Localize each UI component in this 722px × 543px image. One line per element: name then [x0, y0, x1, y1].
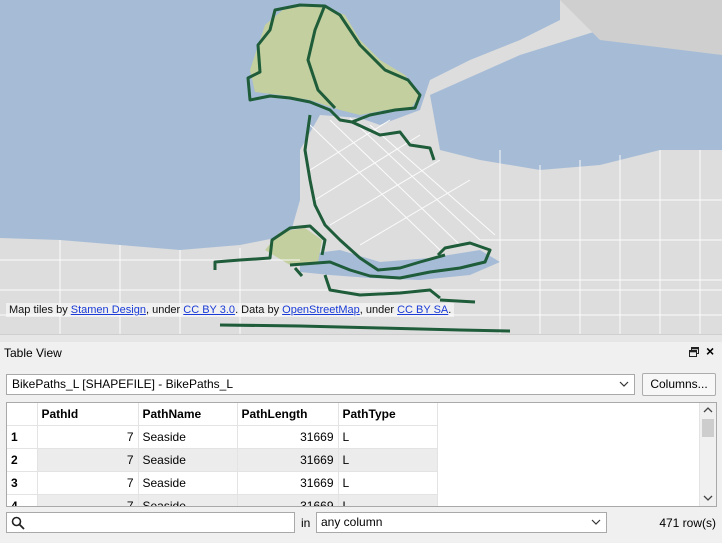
- table-view-panel: Table View × BikePaths_L [SHAPEFILE] - B…: [0, 342, 722, 543]
- cell-pathtype[interactable]: L: [338, 471, 438, 495]
- cell-pathid[interactable]: 7: [37, 448, 139, 472]
- column-header-pathlength[interactable]: PathLength: [237, 403, 339, 426]
- layer-select[interactable]: BikePaths_L [SHAPEFILE] - BikePaths_L: [6, 374, 635, 395]
- close-icon[interactable]: ×: [706, 343, 714, 359]
- attribute-table[interactable]: PathId PathName PathLength PathType 1 7 …: [6, 402, 717, 507]
- column-header-pathid[interactable]: PathId: [37, 403, 139, 426]
- row-number[interactable]: 3: [7, 471, 38, 495]
- restore-window-icon[interactable]: [688, 346, 700, 358]
- panel-splitter[interactable]: [0, 334, 722, 342]
- cc-by-sa-link[interactable]: CC BY SA: [397, 304, 448, 316]
- search-icon: [11, 516, 25, 530]
- attribution-text: .: [448, 304, 452, 316]
- row-number[interactable]: 4: [7, 494, 38, 506]
- column-header-pathtype[interactable]: PathType: [338, 403, 438, 426]
- attribution-text: . Data by: [235, 304, 283, 316]
- column-filter-select[interactable]: any column: [316, 512, 607, 533]
- panel-title: Table View: [4, 346, 62, 360]
- cell-pathlength[interactable]: 31669: [237, 425, 339, 449]
- bike-path-segment: [439, 298, 476, 304]
- map-view[interactable]: Map tiles by Stamen Design, under CC BY …: [0, 0, 722, 334]
- table-row[interactable]: 3 7 Seaside 31669 L: [7, 471, 438, 495]
- openstreetmap-link[interactable]: OpenStreetMap: [282, 304, 360, 316]
- map-attribution: Map tiles by Stamen Design, under CC BY …: [6, 303, 455, 317]
- attribution-text: Map tiles by: [9, 304, 71, 316]
- cell-pathid[interactable]: 7: [37, 471, 139, 495]
- cell-pathlength[interactable]: 31669: [237, 494, 339, 506]
- cc-by-3-link[interactable]: CC BY 3.0: [183, 304, 235, 316]
- scroll-down-icon[interactable]: [703, 494, 713, 502]
- cell-pathtype[interactable]: L: [338, 425, 438, 449]
- in-label: in: [301, 516, 311, 530]
- attribution-text: , under: [359, 304, 398, 316]
- column-filter-value: any column: [321, 515, 383, 529]
- row-count: 471 row(s): [659, 516, 716, 530]
- cell-pathtype[interactable]: L: [338, 448, 438, 472]
- cell-pathid[interactable]: 7: [37, 425, 139, 449]
- cell-pathname[interactable]: Seaside: [138, 494, 238, 506]
- cell-pathtype[interactable]: L: [338, 494, 438, 506]
- row-number[interactable]: 1: [7, 425, 38, 449]
- cell-pathid[interactable]: 7: [37, 494, 139, 506]
- cell-pathname[interactable]: Seaside: [138, 471, 238, 495]
- map-canvas[interactable]: [0, 0, 722, 334]
- columns-button[interactable]: Columns...: [642, 373, 716, 396]
- search-field[interactable]: [6, 512, 295, 533]
- cell-pathname[interactable]: Seaside: [138, 448, 238, 472]
- chevron-down-icon: [591, 519, 601, 525]
- row-number[interactable]: 2: [7, 448, 38, 472]
- stamen-design-link[interactable]: Stamen Design: [71, 304, 146, 316]
- table-row[interactable]: 1 7 Seaside 31669 L: [7, 425, 438, 449]
- table-header-row: PathId PathName PathLength PathType: [7, 403, 438, 426]
- table-row[interactable]: 4 7 Seaside 31669 L: [7, 494, 438, 506]
- chevron-down-icon: [619, 381, 629, 387]
- cell-pathlength[interactable]: 31669: [237, 471, 339, 495]
- scrollbar-thumb[interactable]: [702, 419, 714, 437]
- column-header-pathname[interactable]: PathName: [138, 403, 238, 426]
- scroll-up-icon[interactable]: [703, 406, 713, 414]
- attribution-text: , under: [145, 304, 184, 316]
- table-vertical-scrollbar[interactable]: [699, 403, 716, 506]
- table-row[interactable]: 2 7 Seaside 31669 L: [7, 448, 438, 472]
- layer-select-value: BikePaths_L [SHAPEFILE] - BikePaths_L: [12, 377, 233, 391]
- search-input[interactable]: [29, 514, 291, 531]
- cell-pathlength[interactable]: 31669: [237, 448, 339, 472]
- column-header-rownum[interactable]: [7, 403, 38, 426]
- cell-pathname[interactable]: Seaside: [138, 425, 238, 449]
